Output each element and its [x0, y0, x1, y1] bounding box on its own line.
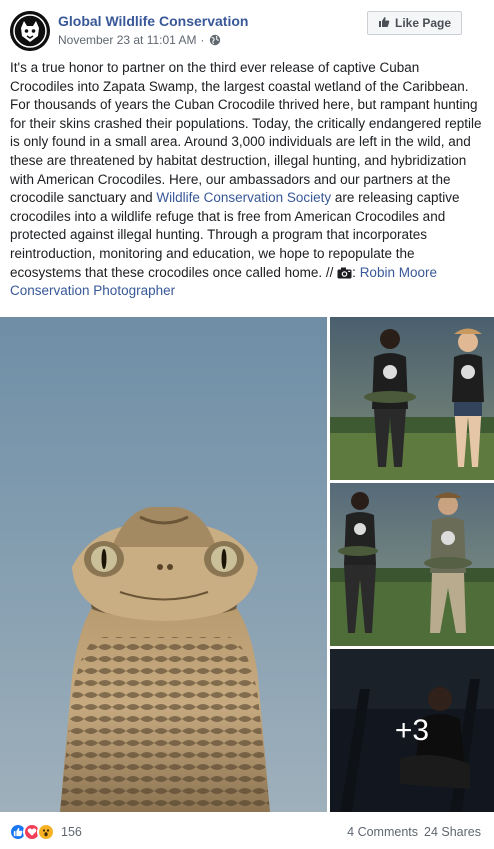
photo-credit-label: : — [352, 264, 360, 280]
post-timestamp[interactable]: November 23 at 11:01 AM — [58, 33, 197, 47]
post-footer: 156 4 Comments 24 Shares — [0, 814, 494, 849]
page-name-link[interactable]: Global Wildlife Conservation — [58, 13, 248, 29]
camera-icon — [337, 266, 352, 279]
post-meta: November 23 at 11:01 AM · — [58, 33, 221, 47]
shares-count-link[interactable]: 24 Shares — [424, 825, 481, 839]
comments-count-link[interactable]: 4 Comments — [347, 825, 418, 839]
wcs-link[interactable]: Wildlife Conservation Society — [156, 190, 331, 205]
reactions-summary[interactable]: 156 — [9, 823, 82, 841]
post-text-main: It's a true honor to partner on the thir… — [10, 60, 482, 206]
post-header: Global Wildlife Conservation November 23… — [0, 0, 494, 58]
like-page-label: Like Page — [394, 16, 452, 30]
post-text: It's a true honor to partner on the thir… — [10, 59, 482, 301]
ambassadors-photo-3[interactable]: +3 — [330, 649, 494, 812]
like-page-button[interactable]: Like Page — [367, 11, 462, 35]
engagement-stats: 4 Comments 24 Shares — [347, 825, 481, 839]
more-photos-overlay[interactable]: +3 — [330, 649, 494, 812]
ambassadors-photo-1[interactable] — [330, 317, 494, 480]
page-avatar[interactable] — [10, 11, 50, 51]
thumbs-up-icon — [378, 16, 390, 31]
crocodile-photo[interactable] — [0, 317, 327, 812]
meta-separator: · — [200, 33, 205, 47]
photo-grid: +3 — [0, 317, 494, 812]
globe-icon[interactable] — [209, 34, 221, 46]
wow-icon — [37, 823, 55, 841]
reaction-count[interactable]: 156 — [61, 825, 82, 839]
ambassadors-photo-2[interactable] — [330, 483, 494, 646]
